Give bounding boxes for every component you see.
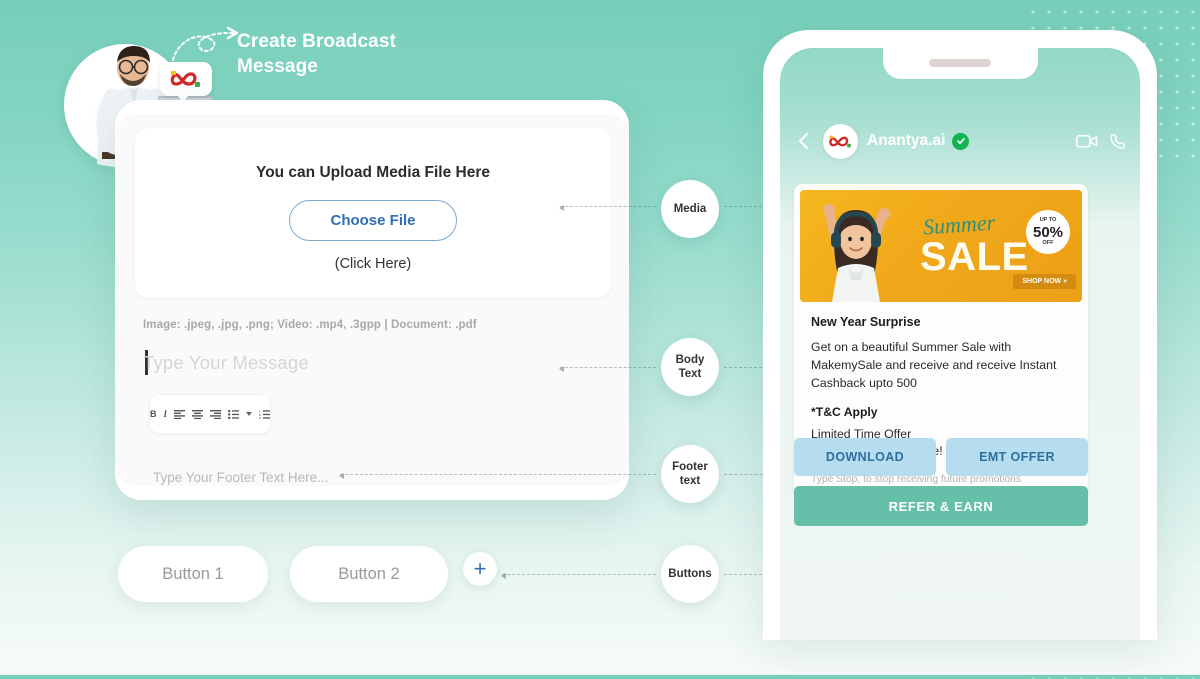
callout-footer-label-line2: text bbox=[679, 475, 701, 487]
broadcast-button-2[interactable]: Button 2 bbox=[290, 546, 448, 602]
callout-body-text: Body Text bbox=[661, 338, 719, 396]
discount-badge: UP TO 50% OFF bbox=[1026, 210, 1070, 254]
chat-header: Anantya.ai bbox=[780, 110, 1140, 172]
broadcast-button-1[interactable]: Button 1 bbox=[118, 546, 268, 602]
discount-badge-off: OFF bbox=[1042, 239, 1054, 246]
click-here-hint: (Click Here) bbox=[334, 256, 412, 272]
chat-avatar[interactable] bbox=[823, 123, 858, 159]
choose-file-button[interactable]: Choose File bbox=[289, 200, 457, 241]
callout-footer-label-line1: Footer bbox=[672, 460, 708, 473]
italic-icon[interactable]: I bbox=[164, 408, 168, 421]
chat-action-icons bbox=[1076, 133, 1125, 149]
connector-line-footer-left bbox=[339, 472, 656, 479]
message-body: Get on a beautiful Summer Sale with Make… bbox=[811, 340, 1057, 391]
promo-banner-image: Summer SALE UP TO 50% OFF SHOP NOW » bbox=[800, 190, 1082, 302]
chat-contact-name: Anantya.ai bbox=[867, 132, 946, 149]
text-format-toolbar[interactable]: B I 1 2 3 bbox=[150, 395, 271, 433]
woman-with-headphones-illustration bbox=[823, 204, 890, 302]
back-arrow-icon[interactable] bbox=[795, 132, 813, 150]
callout-body-label-line2: Text bbox=[678, 368, 702, 380]
refer-and-earn-button[interactable]: REFER & EARN bbox=[794, 486, 1088, 526]
banner-sale-text: SALE bbox=[920, 235, 1029, 279]
message-terms: *T&C Apply bbox=[811, 404, 878, 419]
align-left-icon[interactable] bbox=[174, 408, 186, 421]
editor-inner-surface: You can Upload Media File Here Choose Fi… bbox=[115, 114, 629, 486]
download-button[interactable]: DOWNLOAD bbox=[794, 438, 936, 476]
emt-offer-button[interactable]: EMT OFFER bbox=[946, 438, 1088, 476]
chevron-down-icon[interactable] bbox=[246, 408, 253, 421]
shop-now-button[interactable]: SHOP NOW » bbox=[1013, 274, 1076, 289]
connector-line-body-left bbox=[559, 365, 656, 372]
align-center-icon[interactable] bbox=[192, 408, 204, 421]
align-right-icon[interactable] bbox=[210, 408, 222, 421]
broadcast-editor-card: You can Upload Media File Here Choose Fi… bbox=[115, 100, 629, 500]
phone-mockup: Anantya.ai Summer SALE UP TO 50% OFF SHO… bbox=[763, 30, 1157, 640]
bold-icon[interactable]: B bbox=[150, 408, 157, 421]
dropzone-title: You can Upload Media File Here bbox=[256, 164, 490, 181]
connector-line-buttons-left bbox=[501, 572, 656, 579]
connector-line-media-left bbox=[559, 204, 656, 211]
add-button-icon[interactable]: + bbox=[463, 552, 497, 586]
footer-text-input[interactable]: Type Your Footer Text Here... bbox=[153, 470, 328, 485]
media-upload-dropzone[interactable]: You can Upload Media File Here Choose Fi… bbox=[135, 128, 611, 298]
bullet-list-icon[interactable] bbox=[228, 408, 240, 421]
page-title-line2: Message bbox=[237, 56, 318, 78]
phone-speaker bbox=[929, 59, 991, 67]
callout-media: Media bbox=[661, 180, 719, 238]
message-input[interactable]: Type Your Message bbox=[143, 352, 309, 374]
phone-screen: Anantya.ai Summer SALE UP TO 50% OFF SHO… bbox=[780, 48, 1140, 640]
anantya-logo-icon bbox=[170, 71, 200, 87]
callout-buttons: Buttons bbox=[661, 545, 719, 603]
phone-call-icon[interactable] bbox=[1109, 133, 1125, 149]
anantya-logo-icon bbox=[829, 135, 851, 147]
message-title: New Year Surprise bbox=[811, 315, 921, 329]
callout-footer-text: Footer text bbox=[661, 445, 719, 503]
page-title: Create Broadcast Message bbox=[237, 29, 497, 79]
supported-formats-hint: Image: .jpeg, .jpg, .png; Video: .mp4, .… bbox=[143, 319, 477, 331]
video-call-icon[interactable] bbox=[1076, 134, 1098, 149]
svg-text:3: 3 bbox=[259, 416, 261, 419]
callout-body-label-line1: Body bbox=[675, 353, 705, 366]
callout-media-label: Media bbox=[673, 202, 707, 215]
cta-button-row: DOWNLOAD EMT OFFER bbox=[794, 438, 1088, 476]
page-title-line1: Create Broadcast bbox=[237, 31, 396, 52]
discount-badge-percent: 50% bbox=[1032, 223, 1064, 241]
phone-notch bbox=[883, 48, 1038, 79]
numbered-list-icon[interactable]: 1 2 3 bbox=[259, 408, 271, 421]
callout-buttons-label: Buttons bbox=[668, 567, 712, 580]
verified-badge-icon bbox=[952, 132, 970, 150]
brand-logo-bubble bbox=[160, 62, 212, 102]
discount-badge-upto: UP TO bbox=[1039, 217, 1057, 223]
